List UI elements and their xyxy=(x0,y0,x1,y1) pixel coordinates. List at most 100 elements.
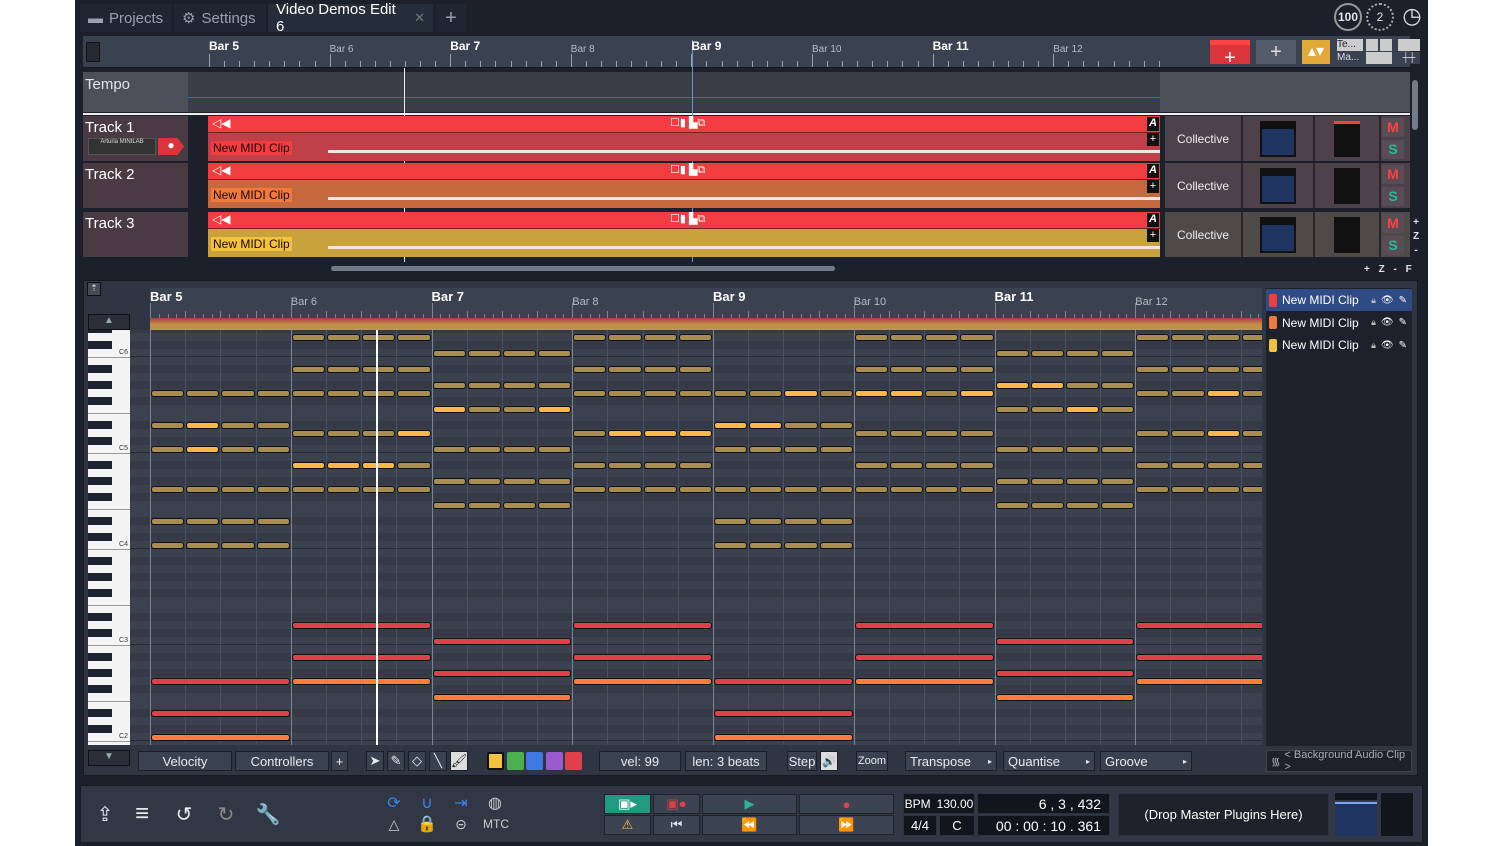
midi-note[interactable] xyxy=(573,653,712,661)
midi-note[interactable] xyxy=(889,461,924,469)
mute-button[interactable]: M xyxy=(1382,165,1404,184)
midi-note[interactable] xyxy=(538,349,572,357)
black-key[interactable] xyxy=(88,725,112,733)
midi-note[interactable] xyxy=(573,429,607,437)
midi-note[interactable] xyxy=(995,381,1029,389)
midi-note[interactable] xyxy=(643,485,677,493)
midi-note[interactable] xyxy=(467,501,501,509)
plugin-slot[interactable]: Collective xyxy=(1165,212,1243,257)
midi-note[interactable] xyxy=(151,677,290,685)
color-swatch[interactable] xyxy=(565,752,582,770)
black-key[interactable] xyxy=(88,573,112,581)
midi-note[interactable] xyxy=(221,541,255,549)
midi-note[interactable] xyxy=(326,429,361,437)
midi-note[interactable] xyxy=(608,485,642,493)
loop-arrows-icon[interactable]: ◁◀ xyxy=(212,163,230,177)
black-key[interactable] xyxy=(88,589,112,597)
midi-note[interactable] xyxy=(1030,445,1064,453)
midi-note[interactable] xyxy=(749,517,783,525)
midi-note[interactable] xyxy=(256,485,290,493)
midi-note[interactable] xyxy=(1206,365,1240,373)
midi-clip[interactable]: ◁◀ ☐▮ ▙⧉ New MIDI Clip xyxy=(208,116,1160,161)
mixer-icon[interactable]: ┼┼ xyxy=(1398,52,1420,64)
menu-icon[interactable]: ≡ xyxy=(130,800,154,827)
midi-note[interactable] xyxy=(573,389,607,397)
midi-note[interactable] xyxy=(854,485,888,493)
midi-note[interactable] xyxy=(467,445,501,453)
midi-note[interactable] xyxy=(1136,365,1170,373)
eye-icon[interactable]: 👁︎ xyxy=(1381,340,1394,351)
black-key[interactable] xyxy=(88,653,112,661)
midi-icon[interactable]: ◍ xyxy=(484,794,506,812)
clip-handles-icon[interactable]: ☐▮ ▙⧉ xyxy=(670,212,705,226)
add-button[interactable]: + xyxy=(1256,40,1296,64)
midi-note[interactable] xyxy=(1136,621,1262,629)
midi-note[interactable] xyxy=(889,485,924,493)
midi-note[interactable] xyxy=(608,365,642,373)
punch-icon[interactable]: ⇥ xyxy=(450,794,472,812)
midi-note[interactable] xyxy=(854,653,994,661)
midi-note[interactable] xyxy=(714,445,748,453)
midi-note[interactable] xyxy=(502,501,537,509)
fast-forward-button[interactable]: ⏩ xyxy=(799,815,894,835)
snap-magnet-icon[interactable]: ∪ xyxy=(417,794,437,812)
record-button[interactable]: ● xyxy=(799,794,894,814)
midi-note[interactable] xyxy=(925,429,959,437)
midi-note[interactable] xyxy=(397,333,431,341)
plugin-slot[interactable]: Collective xyxy=(1165,116,1243,161)
midi-note[interactable] xyxy=(784,485,818,493)
midi-note[interactable] xyxy=(151,445,185,453)
select-tool-icon[interactable]: ➤ xyxy=(366,751,384,771)
midi-note[interactable] xyxy=(784,445,818,453)
midi-note[interactable] xyxy=(432,381,466,389)
clip-header[interactable]: ◁◀ ☐▮ ▙⧉ xyxy=(208,116,1160,133)
midi-note[interactable] xyxy=(960,429,994,437)
midi-note[interactable] xyxy=(151,541,185,549)
pin-icon[interactable]: ⇡ xyxy=(87,282,101,296)
step-button[interactable]: Step xyxy=(787,751,817,771)
go-to-start-button[interactable]: ⏮ xyxy=(653,815,700,835)
midi-note[interactable] xyxy=(1030,349,1064,357)
midi-note[interactable] xyxy=(1171,485,1205,493)
midi-note[interactable] xyxy=(608,389,642,397)
midi-note[interactable] xyxy=(1241,429,1262,437)
clip-handles-icon[interactable]: ☐▮ ▙⧉ xyxy=(670,163,705,177)
midi-note[interactable] xyxy=(714,517,748,525)
midi-note[interactable] xyxy=(326,461,361,469)
midi-note[interactable] xyxy=(186,485,220,493)
scroll-up-button[interactable]: ▲ xyxy=(88,314,130,330)
undo-icon[interactable]: ↺ xyxy=(172,802,196,826)
midi-note[interactable] xyxy=(432,477,466,485)
midi-note[interactable] xyxy=(256,517,290,525)
midi-note[interactable] xyxy=(291,653,431,661)
midi-note[interactable] xyxy=(221,485,255,493)
midi-note[interactable] xyxy=(151,517,185,525)
black-key[interactable] xyxy=(88,365,112,373)
midi-note[interactable] xyxy=(925,365,959,373)
midi-note[interactable] xyxy=(995,637,1135,645)
midi-note[interactable] xyxy=(714,733,853,741)
midi-note[interactable] xyxy=(889,365,924,373)
midi-note[interactable] xyxy=(889,389,924,397)
midi-note[interactable] xyxy=(819,485,853,493)
add-automation-button[interactable]: + xyxy=(1147,180,1159,193)
midi-note[interactable] xyxy=(467,477,501,485)
sync-icon[interactable]: ⊝ xyxy=(450,815,472,833)
midi-note[interactable] xyxy=(854,365,888,373)
eye-icon[interactable]: 👁︎ xyxy=(1381,317,1394,328)
midi-note[interactable] xyxy=(467,349,501,357)
midi-note[interactable] xyxy=(925,389,959,397)
midi-note[interactable] xyxy=(397,389,431,397)
midi-note[interactable] xyxy=(326,389,361,397)
midi-note[interactable] xyxy=(186,421,220,429)
midi-note[interactable] xyxy=(291,621,431,629)
midi-note[interactable] xyxy=(854,389,888,397)
midi-note[interactable] xyxy=(151,709,290,717)
tab-settings[interactable]: ⚙ Settings xyxy=(174,4,266,32)
solo-button[interactable]: S xyxy=(1382,236,1404,255)
mute-button[interactable]: M xyxy=(1382,214,1404,233)
add-controller-button[interactable]: + xyxy=(331,751,348,771)
new-tab-button[interactable]: + xyxy=(436,4,466,32)
midi-note[interactable] xyxy=(291,389,325,397)
midi-note[interactable] xyxy=(678,461,712,469)
